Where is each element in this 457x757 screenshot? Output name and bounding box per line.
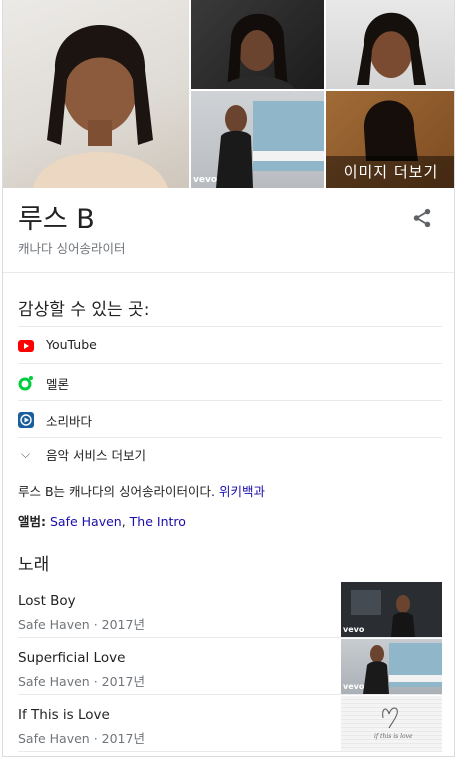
more-images-button[interactable]: 이미지 더보기 [326,156,454,188]
entity-title: 루스 B [18,204,95,235]
image-grid: vevo 이미지 더보기 [3,0,454,188]
chevron-down-icon: ⌵ [21,447,31,461]
more-services-button[interactable]: ⌵ 음악 서비스 더보기 [18,438,442,470]
divider [3,272,454,273]
wikipedia-link[interactable]: 위키백과 [219,484,265,499]
song-thumbnail[interactable]: vevo [341,639,442,694]
photo-4[interactable]: vevo [191,91,324,188]
photo-main[interactable] [3,0,189,188]
soribada-icon [18,412,34,428]
vevo-logo: vevo [193,175,218,185]
song-row[interactable]: If This is Love Safe Haven · 2017년 if th… [18,695,442,752]
youtube-icon [18,340,34,352]
photo-2[interactable] [191,0,324,89]
album-link[interactable]: Safe Haven [50,514,122,529]
service-soribada[interactable]: 소리바다 [18,401,442,438]
service-label: 멜론 [46,377,70,392]
piano-illustration [216,101,324,188]
song-thumbnail[interactable]: if this is love [341,696,442,751]
vevo-logo: vevo [343,625,365,634]
more-services-label: 음악 서비스 더보기 [46,448,146,463]
song-row[interactable]: Lost Boy Safe Haven · 2017년 vevo [18,581,442,638]
listen-heading: 감상할 수 있는 곳: [18,300,150,320]
song-meta: Safe Haven · 2017년 [18,731,145,746]
handwriting-illustration: if this is love [374,707,413,740]
melon-icon [18,376,33,391]
description: 루스 B는 캐나다의 싱어송라이터이다. 위키백과 [18,481,265,500]
thumb-handwriting: if this is love [374,733,413,740]
song-title: If This is Love [18,707,110,723]
description-text: 루스 B는 캐나다의 싱어송라이터이다. [18,484,215,499]
photo-5[interactable]: 이미지 더보기 [326,91,454,188]
song-row[interactable]: Superficial Love Safe Haven · 2017년 vevo [18,638,442,695]
portrait-illustration [33,25,168,188]
portrait-illustration [221,13,295,89]
service-melon[interactable]: 멜론 [18,364,442,401]
portrait-illustration [357,12,426,85]
service-label: YouTube [46,337,97,352]
song-meta: Safe Haven · 2017년 [18,617,145,632]
service-youtube[interactable]: YouTube [18,327,442,364]
song-title: Lost Boy [18,593,76,609]
service-label: 소리바다 [46,414,93,429]
knowledge-panel: vevo 이미지 더보기 루스 B 캐나다 싱어송라이터 감상할 수 있는 곳:… [2,0,455,757]
song-thumbnail[interactable]: vevo [341,582,442,637]
albums-row: 앨범: Safe Haven, The Intro [18,514,186,529]
photo-3[interactable] [326,0,454,89]
album-link[interactable]: The Intro [130,514,186,529]
albums-label: 앨범: [18,514,46,529]
entity-subtitle: 캐나다 싱어송라이터 [18,241,126,256]
share-icon[interactable] [411,207,433,229]
songs-heading: 노래 [18,555,50,575]
song-meta: Safe Haven · 2017년 [18,674,145,689]
song-title: Superficial Love [18,650,126,666]
vevo-logo: vevo [343,682,365,691]
